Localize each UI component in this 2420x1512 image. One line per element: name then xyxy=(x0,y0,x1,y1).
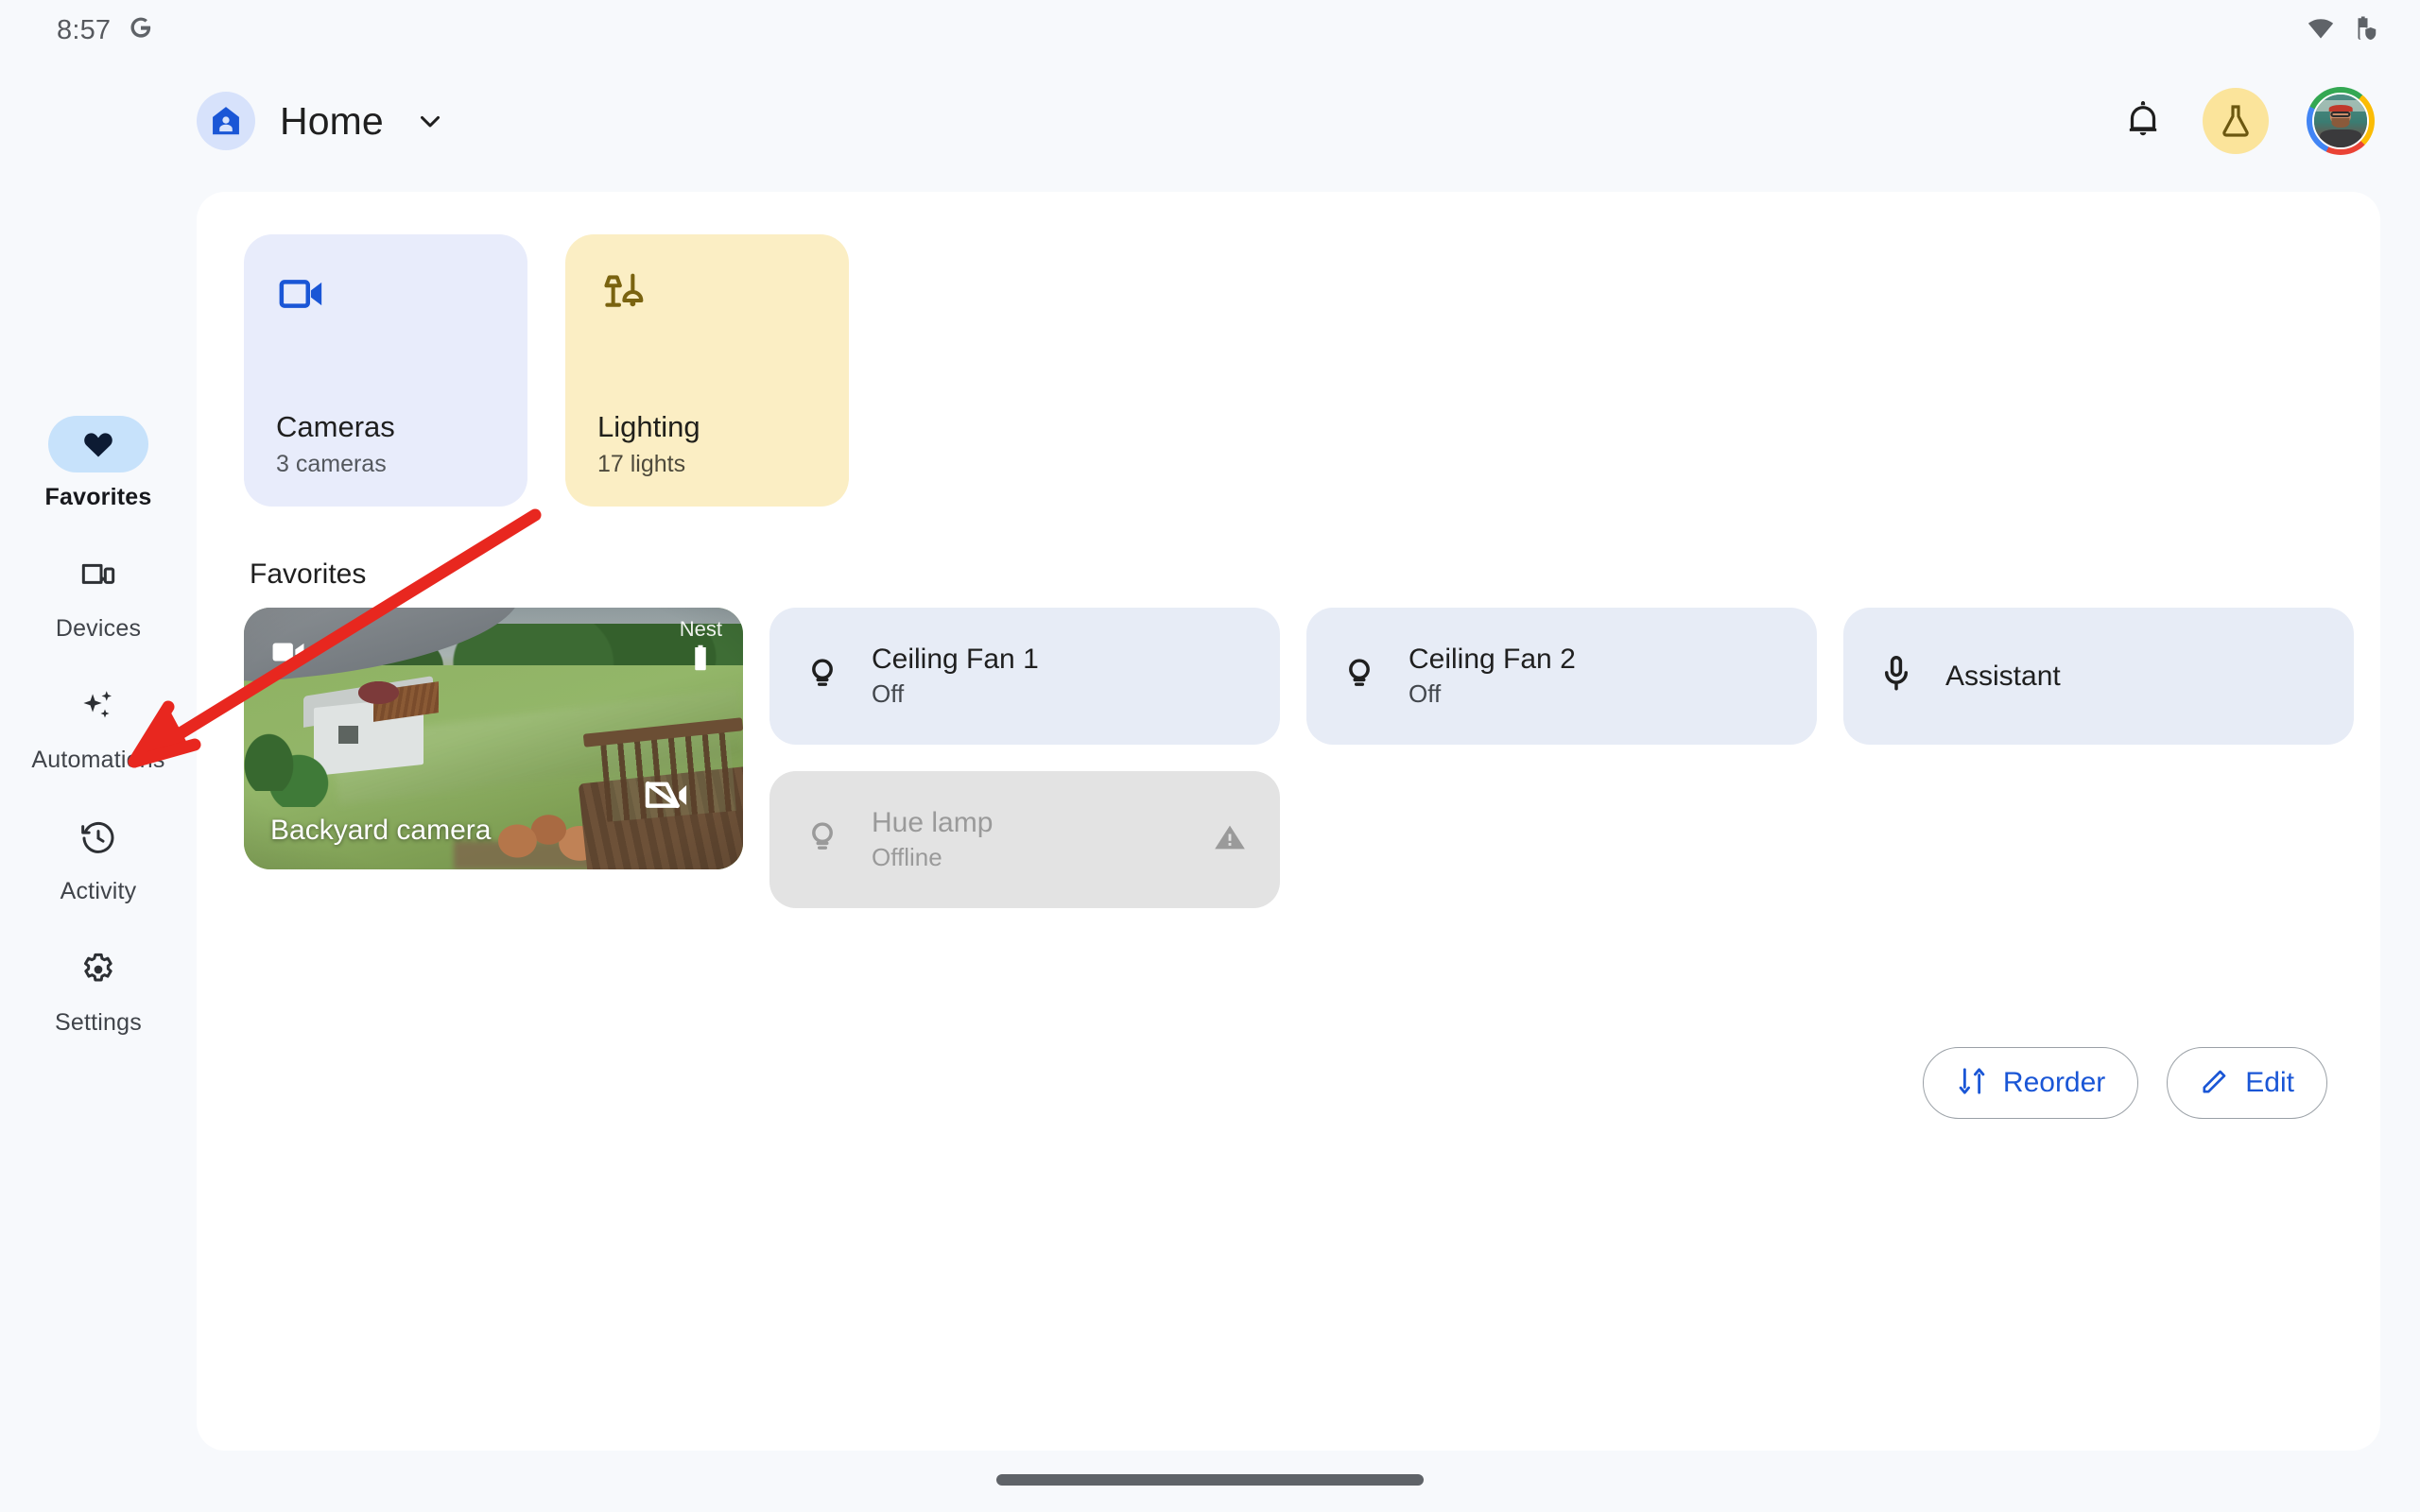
app-bar: Home xyxy=(0,60,2420,181)
sidebar-item-automations[interactable]: Automations xyxy=(0,679,197,774)
devices-icon xyxy=(48,547,148,604)
battery-icon xyxy=(688,644,713,677)
category-subtitle: 17 lights xyxy=(597,451,686,477)
device-status: Off xyxy=(872,679,905,708)
sidebar: Favorites Devices Automations Activity S… xyxy=(0,416,197,1037)
sidebar-item-label: Settings xyxy=(55,1009,142,1036)
device-text: Ceiling Fan 2 Off xyxy=(1409,644,1576,709)
bulb-icon xyxy=(802,816,843,863)
edit-button[interactable]: Edit xyxy=(2167,1047,2327,1119)
battery-shield-icon xyxy=(2350,14,2378,47)
device-card-ceiling-fan-2[interactable]: Ceiling Fan 2 Off xyxy=(1306,608,1817,745)
home-person-icon xyxy=(197,92,255,150)
category-subtitle: 3 cameras xyxy=(276,451,387,477)
sidebar-item-label: Activity xyxy=(60,878,137,904)
avatar-image xyxy=(2312,93,2369,149)
category-card-lighting[interactable]: Lighting 17 lights xyxy=(565,234,849,507)
video-camera-icon xyxy=(276,268,495,335)
device-text: Assistant xyxy=(1945,661,2061,693)
device-text: Ceiling Fan 1 Off xyxy=(872,644,1039,709)
bell-icon[interactable] xyxy=(2121,97,2165,146)
status-bar-clock: 8:57 xyxy=(57,14,112,45)
heart-icon xyxy=(48,416,148,472)
camera-brand-badge: Nest xyxy=(680,617,722,677)
bulb-icon xyxy=(1339,653,1380,699)
google-g-icon xyxy=(128,15,154,46)
edit-label: Edit xyxy=(2245,1067,2294,1098)
camera-name-label: Backyard camera xyxy=(270,815,492,846)
device-title: Assistant xyxy=(1945,660,2061,692)
avatar[interactable] xyxy=(2307,87,2375,155)
camera-off-icon xyxy=(641,770,690,824)
status-bar-right xyxy=(2307,14,2378,47)
gear-icon xyxy=(48,941,148,998)
microphone-icon xyxy=(1876,653,1917,699)
video-camera-icon xyxy=(268,632,308,677)
device-card-hue-lamp[interactable]: Hue lamp Offline xyxy=(769,771,1280,908)
camera-tile-backyard[interactable]: Nest Backyard camera xyxy=(244,608,743,869)
sidebar-item-label: Favorites xyxy=(44,484,152,510)
favorites-grid: Nest Backyard camera Ceiling Fan 1 Off H… xyxy=(244,608,2354,908)
page-title: Home xyxy=(280,98,384,143)
category-title: Lighting xyxy=(597,410,700,444)
main-content-panel: Cameras 3 cameras Lighting 17 lights Fav… xyxy=(197,192,2380,1451)
app-bar-actions xyxy=(2121,87,2375,155)
sidebar-item-favorites[interactable]: Favorites xyxy=(0,416,197,511)
home-selector-button[interactable]: Home xyxy=(197,92,446,150)
device-title: Ceiling Fan 2 xyxy=(1409,644,1576,675)
device-card-assistant[interactable]: Assistant xyxy=(1843,608,2354,745)
device-column-1: Ceiling Fan 1 Off Hue lamp Offline xyxy=(769,608,1280,908)
reorder-button[interactable]: Reorder xyxy=(1922,1047,2139,1119)
sidebar-item-activity[interactable]: Activity xyxy=(0,810,197,905)
bulb-icon xyxy=(802,653,843,699)
favorites-actions: Reorder Edit xyxy=(1922,1047,2327,1119)
category-card-cameras[interactable]: Cameras 3 cameras xyxy=(244,234,527,507)
device-status: Offline xyxy=(872,843,942,871)
device-card-ceiling-fan-1[interactable]: Ceiling Fan 1 Off xyxy=(769,608,1280,745)
reorder-arrows-icon xyxy=(1956,1065,1988,1102)
device-title: Ceiling Fan 1 xyxy=(872,644,1039,675)
wifi-icon xyxy=(2307,14,2335,47)
status-bar: 8:57 xyxy=(0,0,2420,60)
sidebar-item-label: Devices xyxy=(55,615,142,642)
app-screen: 8:57 Home Favorites Devices Automations … xyxy=(0,0,2420,1512)
history-clock-icon xyxy=(48,810,148,867)
favorites-row: Nest Backyard camera Ceiling Fan 1 Off H… xyxy=(244,608,2354,908)
camera-brand-label: Nest xyxy=(679,617,722,641)
category-title: Cameras xyxy=(276,410,395,444)
sidebar-item-settings[interactable]: Settings xyxy=(0,941,197,1037)
flask-icon[interactable] xyxy=(2203,88,2269,154)
status-bar-left: 8:57 xyxy=(57,15,154,46)
chevron-down-icon[interactable] xyxy=(414,105,446,137)
device-status: Off xyxy=(1409,679,1442,708)
category-cards: Cameras 3 cameras Lighting 17 lights xyxy=(244,234,849,507)
device-title: Hue lamp xyxy=(872,807,994,838)
device-text: Hue lamp Offline xyxy=(872,807,993,872)
gesture-nav-bar[interactable] xyxy=(996,1474,1424,1486)
pencil-icon xyxy=(2200,1066,2230,1101)
sidebar-item-label: Automations xyxy=(31,747,165,773)
reorder-label: Reorder xyxy=(2002,1067,2106,1098)
lamp-icon xyxy=(597,268,817,335)
device-column-2: Ceiling Fan 2 Off xyxy=(1306,608,1817,745)
sparkles-icon xyxy=(48,679,148,735)
device-column-3: Assistant xyxy=(1843,608,2354,745)
sidebar-item-devices[interactable]: Devices xyxy=(0,547,197,643)
warning-icon xyxy=(1212,819,1248,860)
favorites-section-heading: Favorites xyxy=(250,558,367,590)
